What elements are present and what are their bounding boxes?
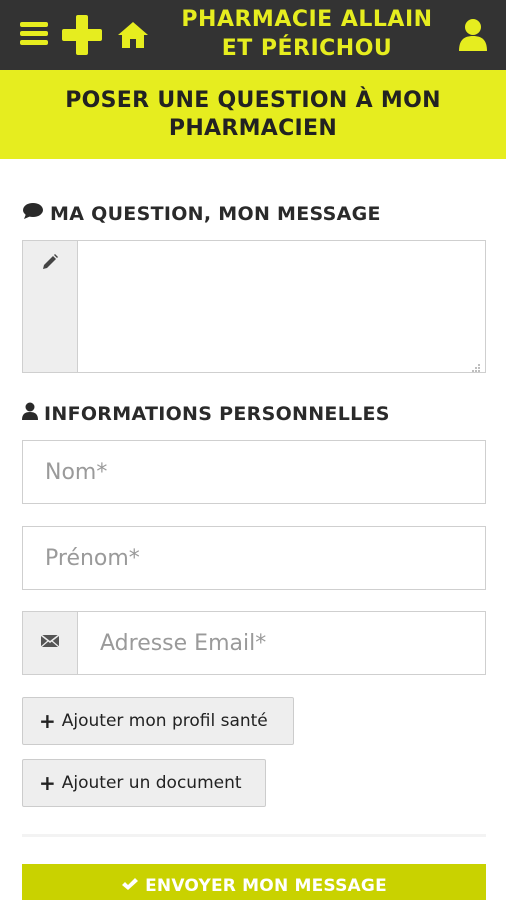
page-title: POSER UNE QUESTION À MON PHARMACIEN	[65, 87, 441, 141]
add-document-label: Ajouter un document	[61, 773, 242, 793]
email-input[interactable]	[78, 612, 485, 674]
top-navigation-bar: PHARMACIE ALLAIN ET PÉRICHOU	[0, 0, 506, 70]
send-message-label: ENVOYER MON MESSAGE	[145, 876, 387, 896]
envelope-icon	[40, 633, 60, 653]
pharmacy-name-line1: PHARMACIE ALLAIN	[181, 7, 433, 32]
resize-handle[interactable]	[471, 358, 481, 372]
home-icon[interactable]	[116, 20, 150, 50]
plus-icon: +	[39, 709, 56, 733]
question-section-label: MA QUESTION, MON MESSAGE	[50, 202, 381, 225]
personal-info-section-label: INFORMATIONS PERSONNELLES	[44, 402, 390, 425]
pharmacy-name: PHARMACIE ALLAIN ET PÉRICHOU	[172, 5, 442, 63]
check-icon	[121, 876, 139, 897]
question-section-title: MA QUESTION, MON MESSAGE	[22, 202, 381, 225]
add-health-profile-label: Ajouter mon profil santé	[61, 711, 268, 731]
comment-icon	[22, 202, 44, 225]
user-icon	[22, 402, 38, 425]
menu-icon[interactable]	[20, 22, 48, 46]
message-addon	[23, 241, 78, 372]
user-icon[interactable]	[458, 18, 488, 52]
add-document-button[interactable]: + Ajouter un document	[22, 759, 266, 807]
pencil-icon	[41, 253, 59, 275]
page-title-banner: POSER UNE QUESTION À MON PHARMACIEN	[0, 70, 506, 159]
prenom-input[interactable]	[23, 527, 485, 589]
pharmacy-name-line2: ET PÉRICHOU	[221, 36, 393, 61]
form-divider	[22, 834, 486, 837]
message-field	[22, 240, 486, 373]
nom-input[interactable]	[23, 441, 485, 503]
send-message-button[interactable]: ENVOYER MON MESSAGE	[22, 864, 486, 900]
personal-info-section-title: INFORMATIONS PERSONNELLES	[22, 402, 390, 425]
plus-icon: +	[39, 771, 56, 795]
nom-field	[22, 440, 486, 504]
prenom-field	[22, 526, 486, 590]
message-textarea[interactable]	[78, 241, 485, 372]
pharmacy-cross-icon[interactable]	[62, 15, 102, 55]
email-addon	[23, 612, 78, 674]
email-field	[22, 611, 486, 675]
add-health-profile-button[interactable]: + Ajouter mon profil santé	[22, 697, 294, 745]
